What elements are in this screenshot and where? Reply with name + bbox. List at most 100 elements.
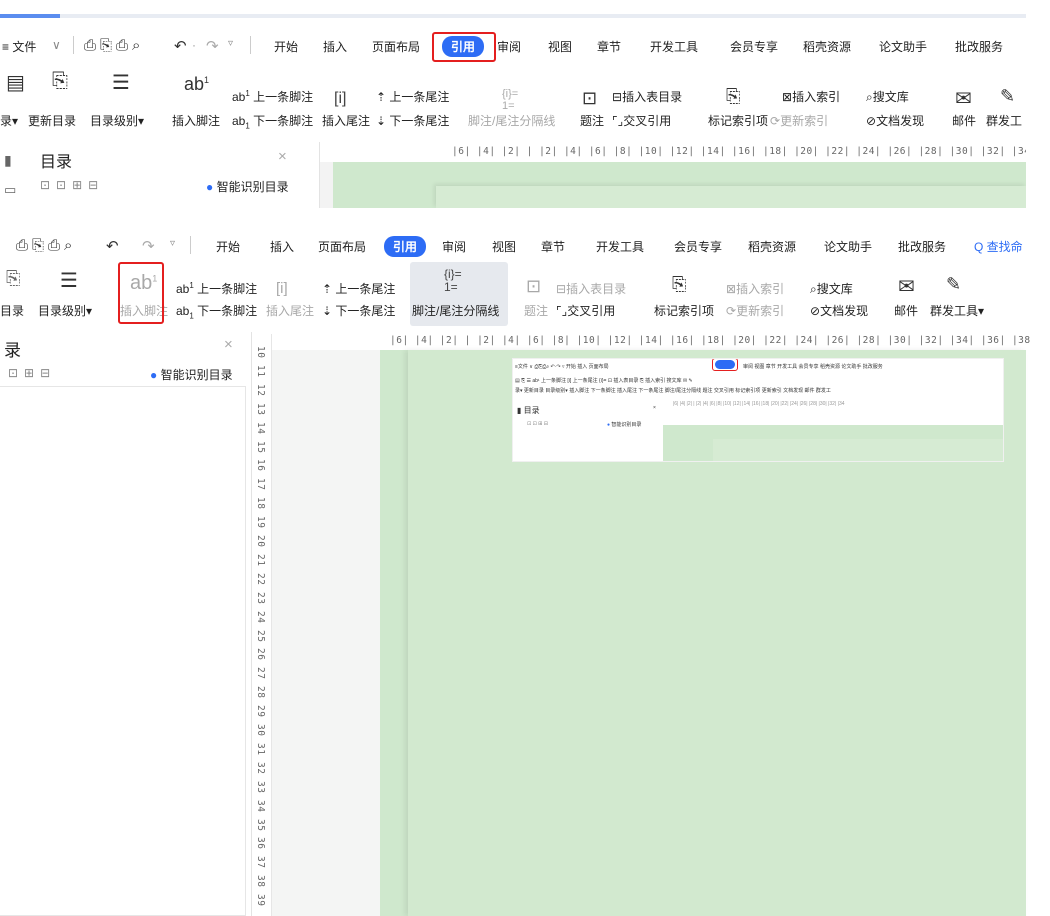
- undo-icon[interactable]: ↶: [106, 237, 119, 255]
- mark-index-button[interactable]: 标记索引项: [708, 112, 768, 129]
- vertical-ruler-tick: 30: [255, 724, 266, 737]
- customize-icon[interactable]: ▿: [170, 238, 175, 249]
- file-menu[interactable]: ≡ 文件: [2, 38, 36, 55]
- cross-ref-button[interactable]: ⌜⌟交叉引用: [612, 112, 671, 129]
- vertical-ruler-tick: 28: [255, 686, 266, 699]
- update-index-button[interactable]: ⟳更新索引: [726, 302, 784, 319]
- tab-view[interactable]: 视图: [492, 238, 516, 255]
- tab-view[interactable]: 视图: [548, 38, 572, 55]
- prev-footnote-button[interactable]: ab1 上一条脚注: [176, 280, 257, 297]
- search-library-button[interactable]: ⌕搜文库: [810, 280, 853, 297]
- toc-icon[interactable]: ▤: [6, 70, 25, 95]
- mail-button[interactable]: 邮件: [894, 302, 918, 319]
- mail-icon: ✉: [898, 276, 915, 298]
- tab-insert[interactable]: 插入: [323, 38, 347, 55]
- insert-endnote-button[interactable]: 插入尾注: [322, 112, 370, 129]
- tab-review[interactable]: 审阅: [442, 238, 466, 255]
- separator-button[interactable]: 脚注/尾注分隔线: [412, 302, 499, 319]
- mail-icon: ✉: [955, 88, 972, 110]
- caption-button[interactable]: 题注: [580, 112, 604, 129]
- vertical-ruler-tick: 13: [255, 402, 266, 416]
- close-icon[interactable]: ×: [278, 148, 287, 165]
- tab-correction[interactable]: 批改服务: [898, 238, 946, 255]
- chevron-down-icon[interactable]: ∨: [52, 38, 61, 52]
- thumb-highlight: [712, 359, 738, 371]
- mark-index-button[interactable]: 标记索引项: [654, 302, 714, 319]
- tab-member[interactable]: 会员专享: [730, 38, 778, 55]
- next-footnote-button[interactable]: ab1 下一条脚注: [176, 302, 257, 320]
- smart-toc-button[interactable]: ● 智能识别目录: [150, 366, 233, 383]
- prev-endnote-button[interactable]: ⇡ 上一条尾注: [376, 88, 449, 105]
- thumb-tab-row-2: 审阅 视图 章节 开发工具 会员专享 稻壳资源 论文助手 批改服务: [743, 364, 883, 370]
- mail-button[interactable]: 邮件: [952, 112, 976, 129]
- close-icon[interactable]: ×: [224, 336, 233, 353]
- vertical-ruler: 10 11 12 13 14 15 16 17 18 19 20 21 22 23 24 25 26 27 28 29…: [252, 334, 272, 916]
- undo-icon[interactable]: ↶: [174, 37, 187, 55]
- toc-level-button[interactable]: 目录级别▾: [90, 112, 144, 129]
- tab-thesis[interactable]: 论文助手: [879, 38, 927, 55]
- insert-table-toc-button[interactable]: ⊟插入表目录: [556, 280, 626, 297]
- next-footnote-button[interactable]: ab1 下一条脚注: [232, 112, 313, 130]
- prev-endnote-button[interactable]: ⇡ 上一条尾注: [322, 280, 395, 297]
- toc-list[interactable]: [0, 386, 246, 916]
- thumb-ribbon-1: ▤ ⎘ ☰ ab¹ 上一条脚注 [i] 上一条尾注 {i}= ⊡ 插入表目录 ⎘…: [515, 378, 693, 384]
- mass-tool-button[interactable]: 群发工: [986, 112, 1022, 129]
- redo-icon[interactable]: ↷: [206, 37, 219, 55]
- tab-docer[interactable]: 稻壳资源: [748, 238, 796, 255]
- toc-button[interactable]: 目录: [0, 302, 24, 319]
- vertical-ruler-tick: 23: [255, 591, 266, 605]
- tab-references[interactable]: 引用: [384, 236, 427, 257]
- prev-footnote-button[interactable]: ab1 上一条脚注: [232, 88, 313, 105]
- insert-index-button[interactable]: ⊠插入索引: [782, 88, 840, 105]
- vertical-ruler-tick: 19: [255, 516, 266, 529]
- quick-access-icons[interactable]: ⎙⎘⎙⌕: [16, 237, 76, 254]
- pane-tool-icons[interactable]: ⊡⊡⊞⊟: [40, 178, 104, 192]
- tab-member[interactable]: 会员专享: [674, 238, 722, 255]
- update-toc-button[interactable]: 更新目录: [28, 112, 76, 129]
- vertical-ruler-tick: 24: [255, 610, 266, 624]
- tab-start[interactable]: 开始: [216, 238, 240, 255]
- tab-review[interactable]: 审阅: [497, 38, 521, 55]
- pane-side-icon[interactable]: ▮: [4, 152, 12, 169]
- quick-access-icons[interactable]: ⎙⎘⎙⌕: [84, 37, 144, 54]
- tab-correction[interactable]: 批改服务: [955, 38, 1003, 55]
- toc-button[interactable]: 录▾: [0, 112, 18, 129]
- separator-icon: {i}= 1=: [502, 88, 519, 112]
- redo-icon[interactable]: ↷: [142, 237, 155, 255]
- update-index-button[interactable]: ⟳更新索引: [770, 112, 828, 129]
- insert-table-toc-button[interactable]: ⊟插入表目录: [612, 88, 682, 105]
- toc-level-icon: ☰: [112, 72, 130, 94]
- tab-docer[interactable]: 稻壳资源: [803, 38, 851, 55]
- tab-dev-tools[interactable]: 开发工具: [650, 38, 698, 55]
- mark-index-icon: ⎘: [672, 274, 687, 294]
- insert-index-button[interactable]: ⊠插入索引: [726, 280, 784, 297]
- insert-endnote-button[interactable]: 插入尾注: [266, 302, 314, 319]
- customize-icon[interactable]: ▿: [228, 38, 233, 49]
- doc-discover-button[interactable]: ⊘文档发现: [810, 302, 868, 319]
- tab-chapter[interactable]: 章节: [541, 238, 565, 255]
- tab-start[interactable]: 开始: [274, 38, 298, 55]
- tab-insert[interactable]: 插入: [270, 238, 294, 255]
- insert-footnote-button[interactable]: 插入脚注: [172, 112, 220, 129]
- cross-ref-button[interactable]: ⌜⌟交叉引用: [556, 302, 615, 319]
- next-endnote-button[interactable]: ⇣ 下一条尾注: [322, 302, 395, 319]
- next-endnote-button[interactable]: ⇣ 下一条尾注: [376, 112, 449, 129]
- tab-thesis[interactable]: 论文助手: [824, 238, 872, 255]
- separator-button[interactable]: 脚注/尾注分隔线: [468, 112, 555, 129]
- tab-layout[interactable]: 页面布局: [318, 238, 366, 255]
- tab-dev-tools[interactable]: 开发工具: [596, 238, 644, 255]
- toc-level-button[interactable]: 目录级别▾: [38, 302, 92, 319]
- caption-button[interactable]: 题注: [524, 302, 548, 319]
- undo-dropdown-icon[interactable]: ·: [192, 38, 196, 52]
- pane-side-icon-2[interactable]: ▭: [4, 182, 16, 198]
- document-page[interactable]: [436, 186, 1026, 208]
- search-command[interactable]: Q 查找命: [974, 238, 1023, 255]
- mass-tool-button[interactable]: 群发工具▾: [930, 302, 984, 319]
- doc-discover-button[interactable]: ⊘文档发现: [866, 112, 924, 129]
- tab-chapter[interactable]: 章节: [597, 38, 621, 55]
- smart-toc-button[interactable]: ● 智能识别目录: [206, 178, 289, 195]
- vertical-ruler-tick: 22: [255, 572, 266, 586]
- pane-tool-icons[interactable]: ⊡⊞⊟: [8, 366, 56, 380]
- tab-layout[interactable]: 页面布局: [372, 38, 420, 55]
- search-library-button[interactable]: ⌕搜文库: [866, 88, 909, 105]
